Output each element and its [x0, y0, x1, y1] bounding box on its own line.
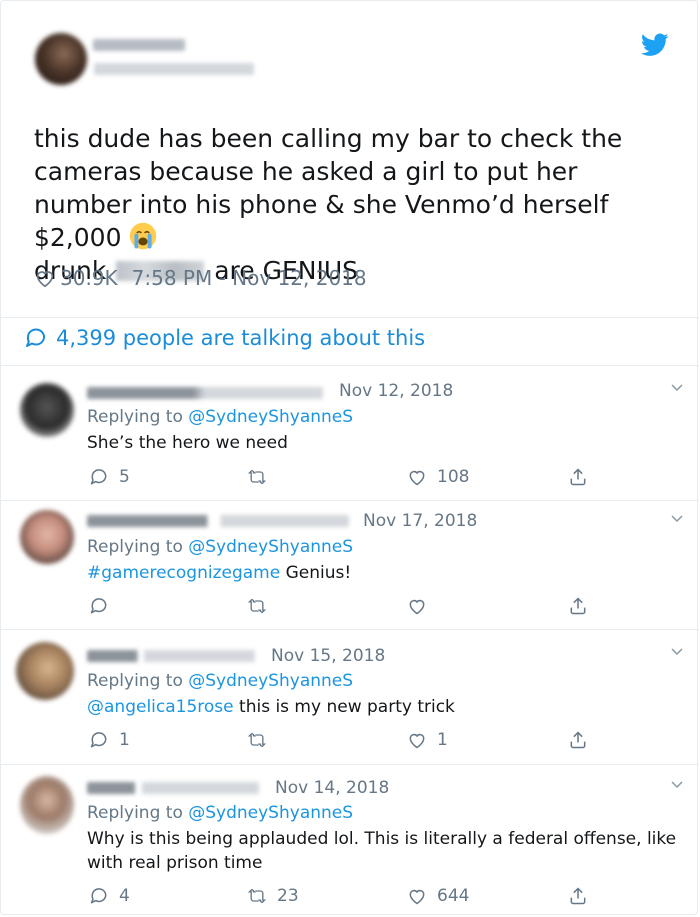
- replying-to: Replying to @SydneyShyanneS: [87, 671, 353, 691]
- share-action[interactable]: [568, 467, 588, 487]
- replying-to: Replying to @SydneyShyanneS: [87, 537, 353, 557]
- like-count: 1: [437, 730, 448, 750]
- reply-tweet[interactable]: Nov 15, 2018 Replying to @SydneyShyanneS…: [1, 629, 699, 764]
- replying-prefix: Replying to: [87, 803, 183, 823]
- reply-action[interactable]: 5: [89, 467, 130, 487]
- reply-count: 1: [119, 730, 130, 750]
- share-action[interactable]: [568, 596, 588, 616]
- reply-text-body: Why is this being applauded lol. This is…: [87, 829, 677, 873]
- like-count[interactable]: 30.9K: [60, 266, 118, 290]
- retweet-action[interactable]: [247, 730, 277, 750]
- retweet-count: 23: [277, 886, 299, 906]
- reply-icon[interactable]: [89, 596, 109, 616]
- heart-icon[interactable]: [407, 596, 427, 616]
- embedded-tweet-card: this dude has been calling my bar to che…: [0, 0, 699, 915]
- share-action[interactable]: [568, 730, 588, 750]
- tweet-meta: 30.9K 7:58 PM - Nov 12, 2018: [34, 263, 367, 293]
- author-name-redacted[interactable]: [93, 39, 185, 51]
- reply-count: 5: [119, 467, 130, 487]
- author-handle-redacted[interactable]: [94, 63, 254, 75]
- reply-avatar[interactable]: [16, 642, 74, 700]
- replying-to: Replying to @SydneyShyanneS: [87, 407, 353, 427]
- reply-avatar[interactable]: [20, 776, 74, 834]
- share-icon[interactable]: [568, 467, 588, 487]
- reply-date[interactable]: Nov 14, 2018: [275, 778, 389, 798]
- author-avatar[interactable]: [35, 33, 87, 85]
- retweet-icon[interactable]: [247, 596, 267, 616]
- chevron-down-icon[interactable]: [669, 643, 685, 659]
- replying-to: Replying to @SydneyShyanneS: [87, 803, 353, 823]
- like-action[interactable]: [407, 596, 437, 616]
- retweet-action[interactable]: [247, 467, 277, 487]
- crying-emoji-icon: [130, 222, 157, 250]
- hashtag-link[interactable]: #gamerecognizegame: [87, 563, 280, 583]
- share-icon[interactable]: [568, 886, 588, 906]
- reply-author-redacted[interactable]: [87, 515, 349, 527]
- tweet-timestamp[interactable]: 7:58 PM - Nov 12, 2018: [132, 266, 367, 290]
- reply-author-redacted[interactable]: [87, 650, 255, 662]
- reply-text-body: this is my new party trick: [233, 697, 455, 717]
- reply-action[interactable]: 1: [89, 730, 130, 750]
- reply-text-body: She’s the hero we need: [87, 433, 288, 453]
- replying-prefix: Replying to: [87, 671, 183, 691]
- heart-icon[interactable]: [407, 886, 427, 906]
- talking-about-text[interactable]: 4,399 people are talking about this: [56, 326, 425, 350]
- replying-handle[interactable]: @SydneyShyanneS: [188, 671, 353, 691]
- reply-author-redacted[interactable]: [87, 387, 323, 399]
- divider: [1, 317, 699, 318]
- like-count: 644: [437, 886, 470, 906]
- replying-handle[interactable]: @SydneyShyanneS: [188, 537, 353, 557]
- share-action[interactable]: [568, 886, 588, 906]
- share-icon[interactable]: [568, 730, 588, 750]
- heart-icon[interactable]: [34, 267, 56, 289]
- reply-action[interactable]: [89, 596, 119, 616]
- heart-icon[interactable]: [407, 467, 427, 487]
- mention-link[interactable]: @angelica15rose: [87, 697, 234, 717]
- retweet-icon[interactable]: [247, 467, 267, 487]
- share-icon[interactable]: [568, 596, 588, 616]
- like-action[interactable]: 108: [407, 467, 469, 487]
- reply-date[interactable]: Nov 15, 2018: [271, 646, 385, 666]
- reply-author-redacted[interactable]: [87, 782, 259, 794]
- talking-about-link[interactable]: 4,399 people are talking about this: [24, 326, 425, 350]
- reply-text: @angelica15rose this is my new party tri…: [87, 695, 677, 719]
- heart-icon[interactable]: [407, 730, 427, 750]
- retweet-icon[interactable]: [247, 730, 267, 750]
- reply-tweet[interactable]: Nov 12, 2018 Replying to @SydneyShyanneS…: [1, 365, 699, 500]
- twitter-bird-icon[interactable]: [641, 33, 669, 57]
- reply-text: #gamerecognizegame Genius!: [87, 561, 677, 585]
- reply-date[interactable]: Nov 12, 2018: [339, 381, 453, 401]
- reply-tweet[interactable]: Nov 14, 2018 Replying to @SydneyShyanneS…: [1, 764, 699, 914]
- reply-text: Why is this being applauded lol. This is…: [87, 827, 677, 875]
- retweet-icon[interactable]: [247, 886, 267, 906]
- comment-bubble-icon: [26, 328, 45, 347]
- like-count: 108: [437, 467, 470, 487]
- tweet-text-part1: this dude has been calling my bar to che…: [34, 124, 623, 252]
- like-action[interactable]: 644: [407, 886, 469, 906]
- chevron-down-icon[interactable]: [669, 379, 685, 395]
- like-action[interactable]: 1: [407, 730, 448, 750]
- replying-handle[interactable]: @SydneyShyanneS: [188, 803, 353, 823]
- reply-icon[interactable]: [89, 730, 109, 750]
- reply-action[interactable]: 4: [89, 886, 130, 906]
- reply-count: 4: [119, 886, 130, 906]
- replying-handle[interactable]: @SydneyShyanneS: [188, 407, 353, 427]
- reply-text: She’s the hero we need: [87, 431, 677, 455]
- reply-tweet[interactable]: Nov 17, 2018 Replying to @SydneyShyanneS…: [1, 500, 699, 629]
- replying-prefix: Replying to: [87, 407, 183, 427]
- retweet-action[interactable]: [247, 596, 277, 616]
- retweet-action[interactable]: 23: [247, 886, 299, 906]
- chevron-down-icon[interactable]: [669, 776, 685, 792]
- reply-text-body: Genius!: [280, 563, 352, 583]
- reply-avatar[interactable]: [20, 383, 74, 437]
- replying-prefix: Replying to: [87, 537, 183, 557]
- reply-avatar[interactable]: [20, 510, 74, 564]
- reply-icon[interactable]: [89, 467, 109, 487]
- reply-date[interactable]: Nov 17, 2018: [363, 511, 477, 531]
- reply-icon[interactable]: [89, 886, 109, 906]
- chevron-down-icon[interactable]: [669, 510, 685, 526]
